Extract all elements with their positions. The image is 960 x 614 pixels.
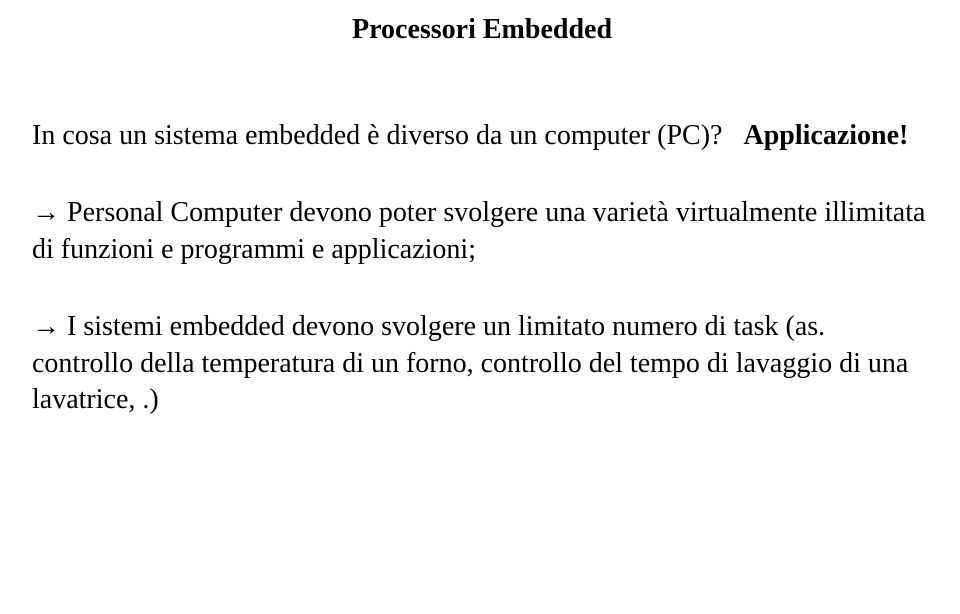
question-text: In cosa un sistema embedded è diverso da… xyxy=(32,120,722,151)
paragraph-2: → I sistemi embedded devono svolgere un … xyxy=(32,308,932,418)
paragraph-1-text: Personal Computer devono poter svolgere … xyxy=(32,197,925,264)
paragraph-2-text: I sistemi embedded devono svolgere un li… xyxy=(32,311,908,415)
arrow-icon: → xyxy=(32,196,60,227)
question-emphasis: Applicazione! xyxy=(743,120,908,151)
question-line: In cosa un sistema embedded è diverso da… xyxy=(32,118,932,154)
arrow-icon: → xyxy=(32,310,60,341)
page-title: Processori Embedded xyxy=(32,14,932,46)
paragraph-1: → Personal Computer devono poter svolger… xyxy=(32,194,932,268)
